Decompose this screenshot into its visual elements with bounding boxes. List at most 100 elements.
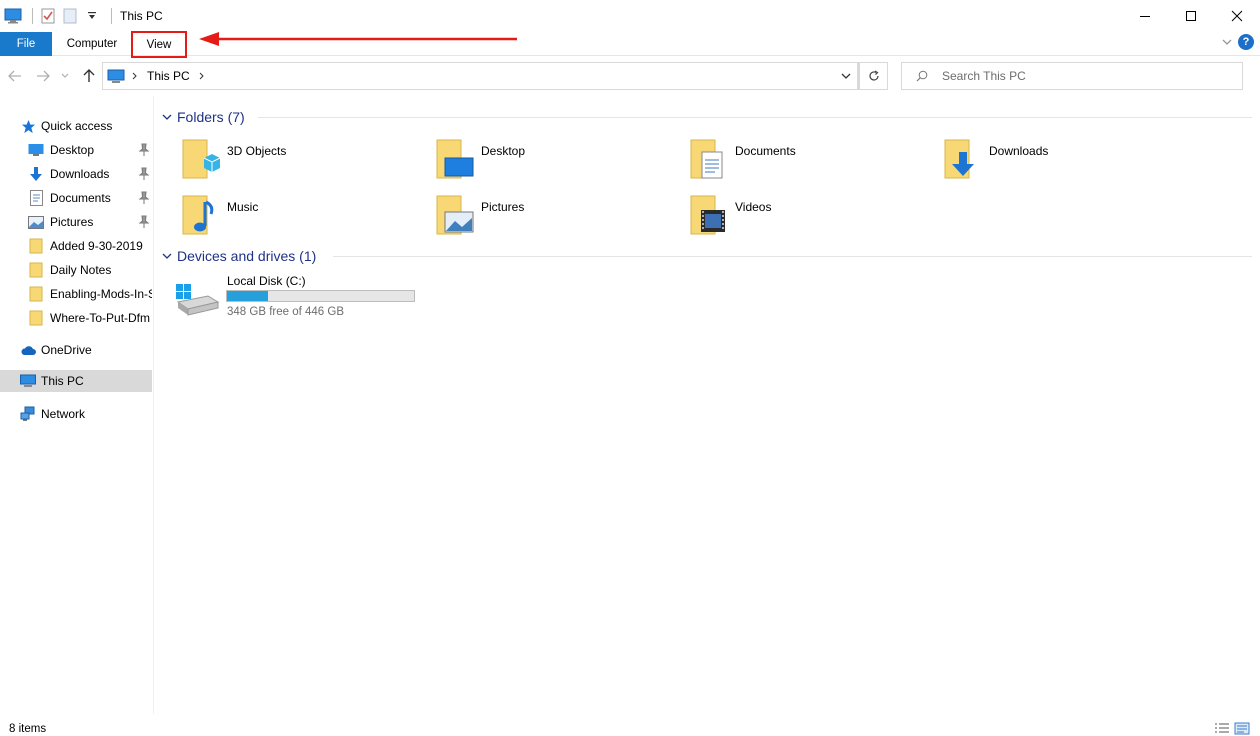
- sidebar-item-pictures[interactable]: Pictures: [28, 211, 150, 233]
- sidebar-item-label: Daily Notes: [50, 263, 112, 277]
- drive-free-space: 348 GB free of 446 GB: [227, 306, 344, 318]
- folder-icon: [28, 238, 44, 254]
- tab-computer[interactable]: Computer: [56, 32, 128, 56]
- sidebar-item-downloads[interactable]: Downloads: [28, 163, 150, 185]
- drive-usage-bar: [226, 290, 415, 302]
- new-folder-icon[interactable]: [61, 7, 79, 25]
- close-icon: [1231, 10, 1243, 22]
- sidebar-item-quick-access[interactable]: Quick access: [20, 115, 154, 137]
- minimize-button[interactable]: [1122, 0, 1168, 32]
- sidebar-item-label: Network: [41, 407, 86, 421]
- recent-locations-button[interactable]: [58, 66, 72, 86]
- refresh-button[interactable]: [859, 62, 888, 90]
- sidebar-item-label: Downloads: [50, 167, 110, 181]
- chevron-down-icon: [841, 73, 850, 79]
- address-bar[interactable]: This PC: [102, 62, 858, 90]
- folder-music[interactable]: Music: [181, 194, 431, 242]
- sidebar-item-enabling-mods[interactable]: Enabling-Mods-In-S: [28, 283, 152, 305]
- large-icons-view-icon[interactable]: [1234, 722, 1250, 735]
- close-button[interactable]: [1214, 0, 1260, 32]
- drive-local-disk-c[interactable]: Local Disk (C:) 348 GB free of 446 GB: [174, 272, 434, 324]
- expand-ribbon-chevron-icon[interactable]: [1222, 38, 1232, 46]
- refresh-icon: [868, 70, 879, 81]
- drive-label: Local Disk (C:): [227, 274, 306, 288]
- desktop-folder-icon: [28, 142, 44, 158]
- customize-toolbar-dropdown-icon[interactable]: [83, 7, 101, 25]
- sidebar-item-this-pc[interactable]: This PC: [0, 370, 152, 392]
- this-pc-icon: [20, 373, 36, 389]
- this-pc-icon: [107, 69, 125, 83]
- ribbon-tabs: File Computer View ?: [0, 31, 1260, 58]
- folder-pictures[interactable]: Pictures: [435, 194, 685, 242]
- sidebar-item-desktop[interactable]: Desktop: [28, 139, 150, 161]
- up-arrow-icon: [83, 69, 95, 82]
- chevron-down-icon: [162, 253, 172, 259]
- sidebar-item-label: Added 9-30-2019: [50, 239, 143, 253]
- devices-group-title: Devices and drives (1): [177, 248, 317, 264]
- sidebar-item-label: Where-To-Put-Dfm: [50, 311, 151, 325]
- pictures-folder-icon: [436, 195, 474, 235]
- back-arrow-icon: [8, 70, 21, 82]
- folder-label: Documents: [735, 144, 796, 158]
- documents-folder-icon: [690, 139, 723, 179]
- folders-group-header[interactable]: Folders (7): [162, 107, 245, 127]
- folder-documents[interactable]: Documents: [689, 138, 939, 186]
- sidebar-item-documents[interactable]: Documents: [28, 187, 150, 209]
- up-button[interactable]: [79, 66, 99, 86]
- sidebar-item-network[interactable]: Network: [20, 403, 152, 425]
- search-icon: [916, 70, 928, 82]
- properties-icon[interactable]: [39, 7, 57, 25]
- search-box[interactable]: Search This PC: [901, 62, 1243, 90]
- pin-icon[interactable]: [138, 143, 150, 157]
- folders-group-title: Folders (7): [177, 109, 245, 125]
- folder-icon: [28, 310, 44, 326]
- folder-label: Videos: [735, 200, 772, 214]
- folder-label: Music: [227, 200, 259, 214]
- breadcrumb-chevron-icon[interactable]: [198, 72, 206, 80]
- pictures-icon: [28, 214, 44, 230]
- breadcrumb-chevron-icon[interactable]: [131, 72, 139, 80]
- toolbar-divider: [111, 8, 112, 24]
- tab-view[interactable]: View: [131, 31, 187, 58]
- address-history-dropdown[interactable]: [833, 62, 859, 90]
- window-controls: [1122, 0, 1260, 32]
- breadcrumb-this-pc[interactable]: This PC: [147, 69, 190, 83]
- desktop-folder-icon: [436, 139, 474, 179]
- videos-folder-icon: [690, 195, 725, 235]
- sidebar-item-label: OneDrive: [41, 343, 92, 357]
- devices-group-header[interactable]: Devices and drives (1): [162, 246, 316, 266]
- chevron-down-icon: [162, 114, 172, 120]
- folder-icon: [28, 262, 44, 278]
- item-count: 8 items: [9, 723, 47, 735]
- sidebar-item-label: Documents: [50, 191, 111, 205]
- folder-desktop[interactable]: Desktop: [435, 138, 685, 186]
- group-divider: [258, 117, 1252, 118]
- back-button[interactable]: [5, 66, 25, 86]
- pin-icon[interactable]: [138, 167, 150, 181]
- 3d-objects-folder-icon: [182, 139, 221, 179]
- sidebar-item-where-to-put-dfm[interactable]: Where-To-Put-Dfm: [28, 307, 152, 329]
- folder-3d-objects[interactable]: 3D Objects: [181, 138, 431, 186]
- sidebar-item-added-9-30-2019[interactable]: Added 9-30-2019: [28, 235, 152, 257]
- ribbon-right-controls: ?: [1222, 34, 1254, 50]
- help-button[interactable]: ?: [1238, 34, 1254, 50]
- sidebar-item-daily-notes[interactable]: Daily Notes: [28, 259, 152, 281]
- folder-downloads[interactable]: Downloads: [943, 138, 1193, 186]
- details-view-icon[interactable]: [1214, 722, 1230, 735]
- pin-icon[interactable]: [138, 215, 150, 229]
- sidebar-item-onedrive[interactable]: OneDrive: [20, 339, 152, 361]
- sidebar-item-label: Quick access: [41, 119, 113, 133]
- maximize-button[interactable]: [1168, 0, 1214, 32]
- tab-file[interactable]: File: [0, 32, 52, 56]
- navigation-bar: This PC Search This PC: [0, 60, 1260, 92]
- downloads-folder-icon: [944, 139, 974, 179]
- search-placeholder: Search This PC: [942, 69, 1026, 83]
- sidebar-item-label: Desktop: [50, 143, 95, 157]
- pin-icon[interactable]: [138, 191, 150, 205]
- sidebar-item-label: This PC: [41, 374, 84, 388]
- folder-label: Pictures: [481, 200, 525, 214]
- forward-arrow-icon: [37, 70, 50, 82]
- folder-videos[interactable]: Videos: [689, 194, 939, 242]
- forward-button[interactable]: [33, 66, 53, 86]
- music-folder-icon: [182, 195, 214, 235]
